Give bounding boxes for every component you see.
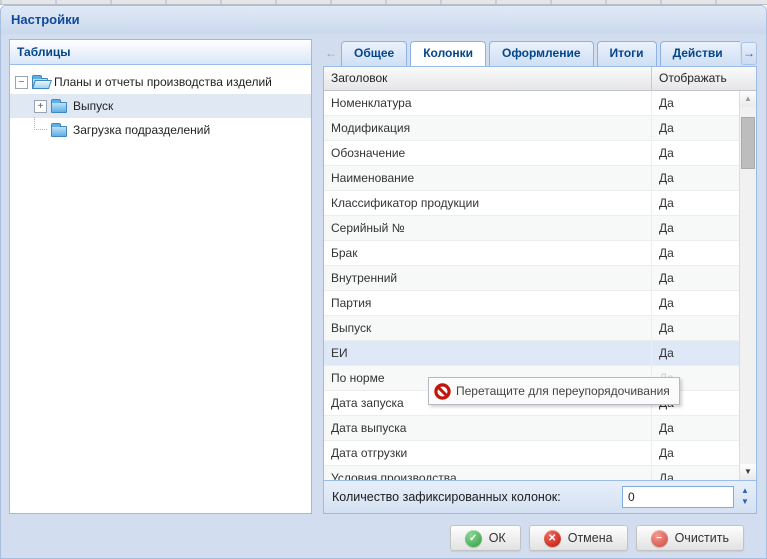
dialog-title: Настройки xyxy=(1,6,766,34)
clear-button[interactable]: − Очистить xyxy=(636,525,744,551)
drag-reorder-tooltip-text: Перетащите для переупорядочивания xyxy=(456,384,670,398)
row-value: Да xyxy=(652,191,739,215)
grid-body: Номенклатура Да Модификация Да Обозначен… xyxy=(324,91,739,480)
tables-panel-title: Таблицы xyxy=(10,40,311,65)
vertical-scrollbar: ▲ ▼ xyxy=(739,91,756,480)
column-header-otobrazhat[interactable]: Отображать xyxy=(652,67,756,90)
row-label: Внутренний xyxy=(324,266,652,290)
ok-check-icon: ✓ xyxy=(465,530,482,547)
cancel-x-icon: ✕ xyxy=(544,530,561,547)
row-label: Номенклатура xyxy=(324,91,652,115)
clear-button-label: Очистить xyxy=(675,531,729,545)
tab-scroll-left-icon[interactable]: ← xyxy=(323,42,339,65)
table-row[interactable]: Выпуск Да xyxy=(324,316,739,341)
settings-dialog: Настройки Таблицы − Планы и отчеты произ… xyxy=(0,5,767,559)
folder-icon xyxy=(51,126,67,137)
columns-grid: Заголовок Отображать Номенклатура Да Мод… xyxy=(323,66,757,481)
row-label: Выпуск xyxy=(324,316,652,340)
row-label: Партия xyxy=(324,291,652,315)
folder-open-icon xyxy=(32,78,48,89)
row-label: Брак xyxy=(324,241,652,265)
row-label: Обозначение xyxy=(324,141,652,165)
tree-elbow-line xyxy=(34,117,47,130)
table-row[interactable]: Наименование Да xyxy=(324,166,739,191)
row-value: Да xyxy=(652,166,739,190)
table-row[interactable]: Модификация Да xyxy=(324,116,739,141)
row-value: Да xyxy=(652,116,739,140)
row-value: Да xyxy=(652,466,739,480)
scroll-down-icon[interactable]: ▼ xyxy=(740,464,756,480)
tree-item-label: Выпуск xyxy=(73,99,113,113)
grid-header: Заголовок Отображать xyxy=(324,67,756,91)
screen: Настройки Таблицы − Планы и отчеты произ… xyxy=(0,0,767,559)
tab-scroll-right-icon[interactable]: → xyxy=(741,42,757,65)
table-row[interactable]: Дата выпуска Да xyxy=(324,416,739,441)
row-value: Да xyxy=(652,141,739,165)
table-row[interactable]: Партия Да xyxy=(324,291,739,316)
row-label: Наименование xyxy=(324,166,652,190)
row-label: Условия производства xyxy=(324,466,652,480)
tree-item-label: Планы и отчеты производства изделий xyxy=(54,75,272,89)
row-label: Дата отгрузки xyxy=(324,441,652,465)
row-value: Да xyxy=(652,341,739,365)
fixed-columns-toolbar: Количество зафиксированных колонок: ▲ ▼ xyxy=(323,481,757,514)
table-row[interactable]: Серийный № Да xyxy=(324,216,739,241)
row-label: Серийный № xyxy=(324,216,652,240)
table-row-selected[interactable]: ЕИ Да xyxy=(324,341,739,366)
scroll-up-icon[interactable]: ▲ xyxy=(740,91,756,107)
row-label: ЕИ xyxy=(324,341,652,365)
table-row[interactable]: Дата отгрузки Да xyxy=(324,441,739,466)
tab-deystviya[interactable]: Действи xyxy=(660,41,740,66)
row-value: Да xyxy=(652,266,739,290)
table-row[interactable]: Обозначение Да xyxy=(324,141,739,166)
drag-reorder-tooltip: Перетащите для переупорядочивания xyxy=(428,377,680,405)
tables-panel: Таблицы − Планы и отчеты производства из… xyxy=(9,39,312,514)
row-value: Да xyxy=(652,91,739,115)
table-row[interactable]: Внутренний Да xyxy=(324,266,739,291)
row-value: Да xyxy=(652,441,739,465)
tree-item-plans-reports[interactable]: − Планы и отчеты производства изделий xyxy=(10,70,311,94)
dialog-footer: ✓ ОК ✕ Отмена − Очистить xyxy=(450,525,744,551)
tab-bar: ← Общее Колонки Оформление Итоги Действи… xyxy=(323,39,757,66)
spinner-down-icon[interactable]: ▼ xyxy=(737,497,753,508)
tables-tree: − Планы и отчеты производства изделий + … xyxy=(10,65,311,142)
row-value: Да xyxy=(652,416,739,440)
cancel-button-label: Отмена xyxy=(568,531,613,545)
tab-strip: Общее Колонки Оформление Итоги Действи xyxy=(341,41,740,66)
tree-item-label: Загрузка подразделений xyxy=(73,123,210,137)
expand-expander-icon[interactable]: + xyxy=(34,100,47,113)
row-value: Да xyxy=(652,216,739,240)
tree-item-vypusk[interactable]: + Выпуск xyxy=(10,94,311,118)
cancel-button[interactable]: ✕ Отмена xyxy=(529,525,628,551)
collapse-expander-icon[interactable]: − xyxy=(15,76,28,89)
fixed-columns-input[interactable] xyxy=(622,486,734,508)
spinner-up-icon[interactable]: ▲ xyxy=(737,486,753,497)
table-row[interactable]: Брак Да xyxy=(324,241,739,266)
folder-icon xyxy=(51,102,67,113)
row-value: Да xyxy=(652,316,739,340)
ok-button[interactable]: ✓ ОК xyxy=(450,525,521,551)
tab-obschee[interactable]: Общее xyxy=(341,41,407,66)
clear-minus-icon: − xyxy=(651,530,668,547)
row-label: Дата выпуска xyxy=(324,416,652,440)
table-row[interactable]: Номенклатура Да xyxy=(324,91,739,116)
no-drop-icon xyxy=(434,383,451,400)
row-label: Классификатор продукции xyxy=(324,191,652,215)
tree-item-zagruzka[interactable]: Загрузка подразделений xyxy=(10,118,311,142)
ok-button-label: ОК xyxy=(489,531,506,545)
row-value: Да xyxy=(652,241,739,265)
row-label: Модификация xyxy=(324,116,652,140)
fixed-columns-spinner: ▲ ▼ xyxy=(622,486,753,508)
tab-kolonki[interactable]: Колонки xyxy=(410,41,486,66)
columns-panel: ← Общее Колонки Оформление Итоги Действи… xyxy=(323,39,757,514)
row-value: Да xyxy=(652,291,739,315)
tab-oformlenie[interactable]: Оформление xyxy=(489,41,594,66)
table-row[interactable]: Условия производства Да xyxy=(324,466,739,480)
tab-itogi[interactable]: Итоги xyxy=(597,41,657,66)
spinner-buttons: ▲ ▼ xyxy=(737,486,753,508)
table-row[interactable]: Классификатор продукции Да xyxy=(324,191,739,216)
column-header-zagolovok[interactable]: Заголовок xyxy=(324,67,652,90)
scrollbar-thumb[interactable] xyxy=(741,117,755,169)
fixed-columns-label: Количество зафиксированных колонок: xyxy=(324,490,622,504)
